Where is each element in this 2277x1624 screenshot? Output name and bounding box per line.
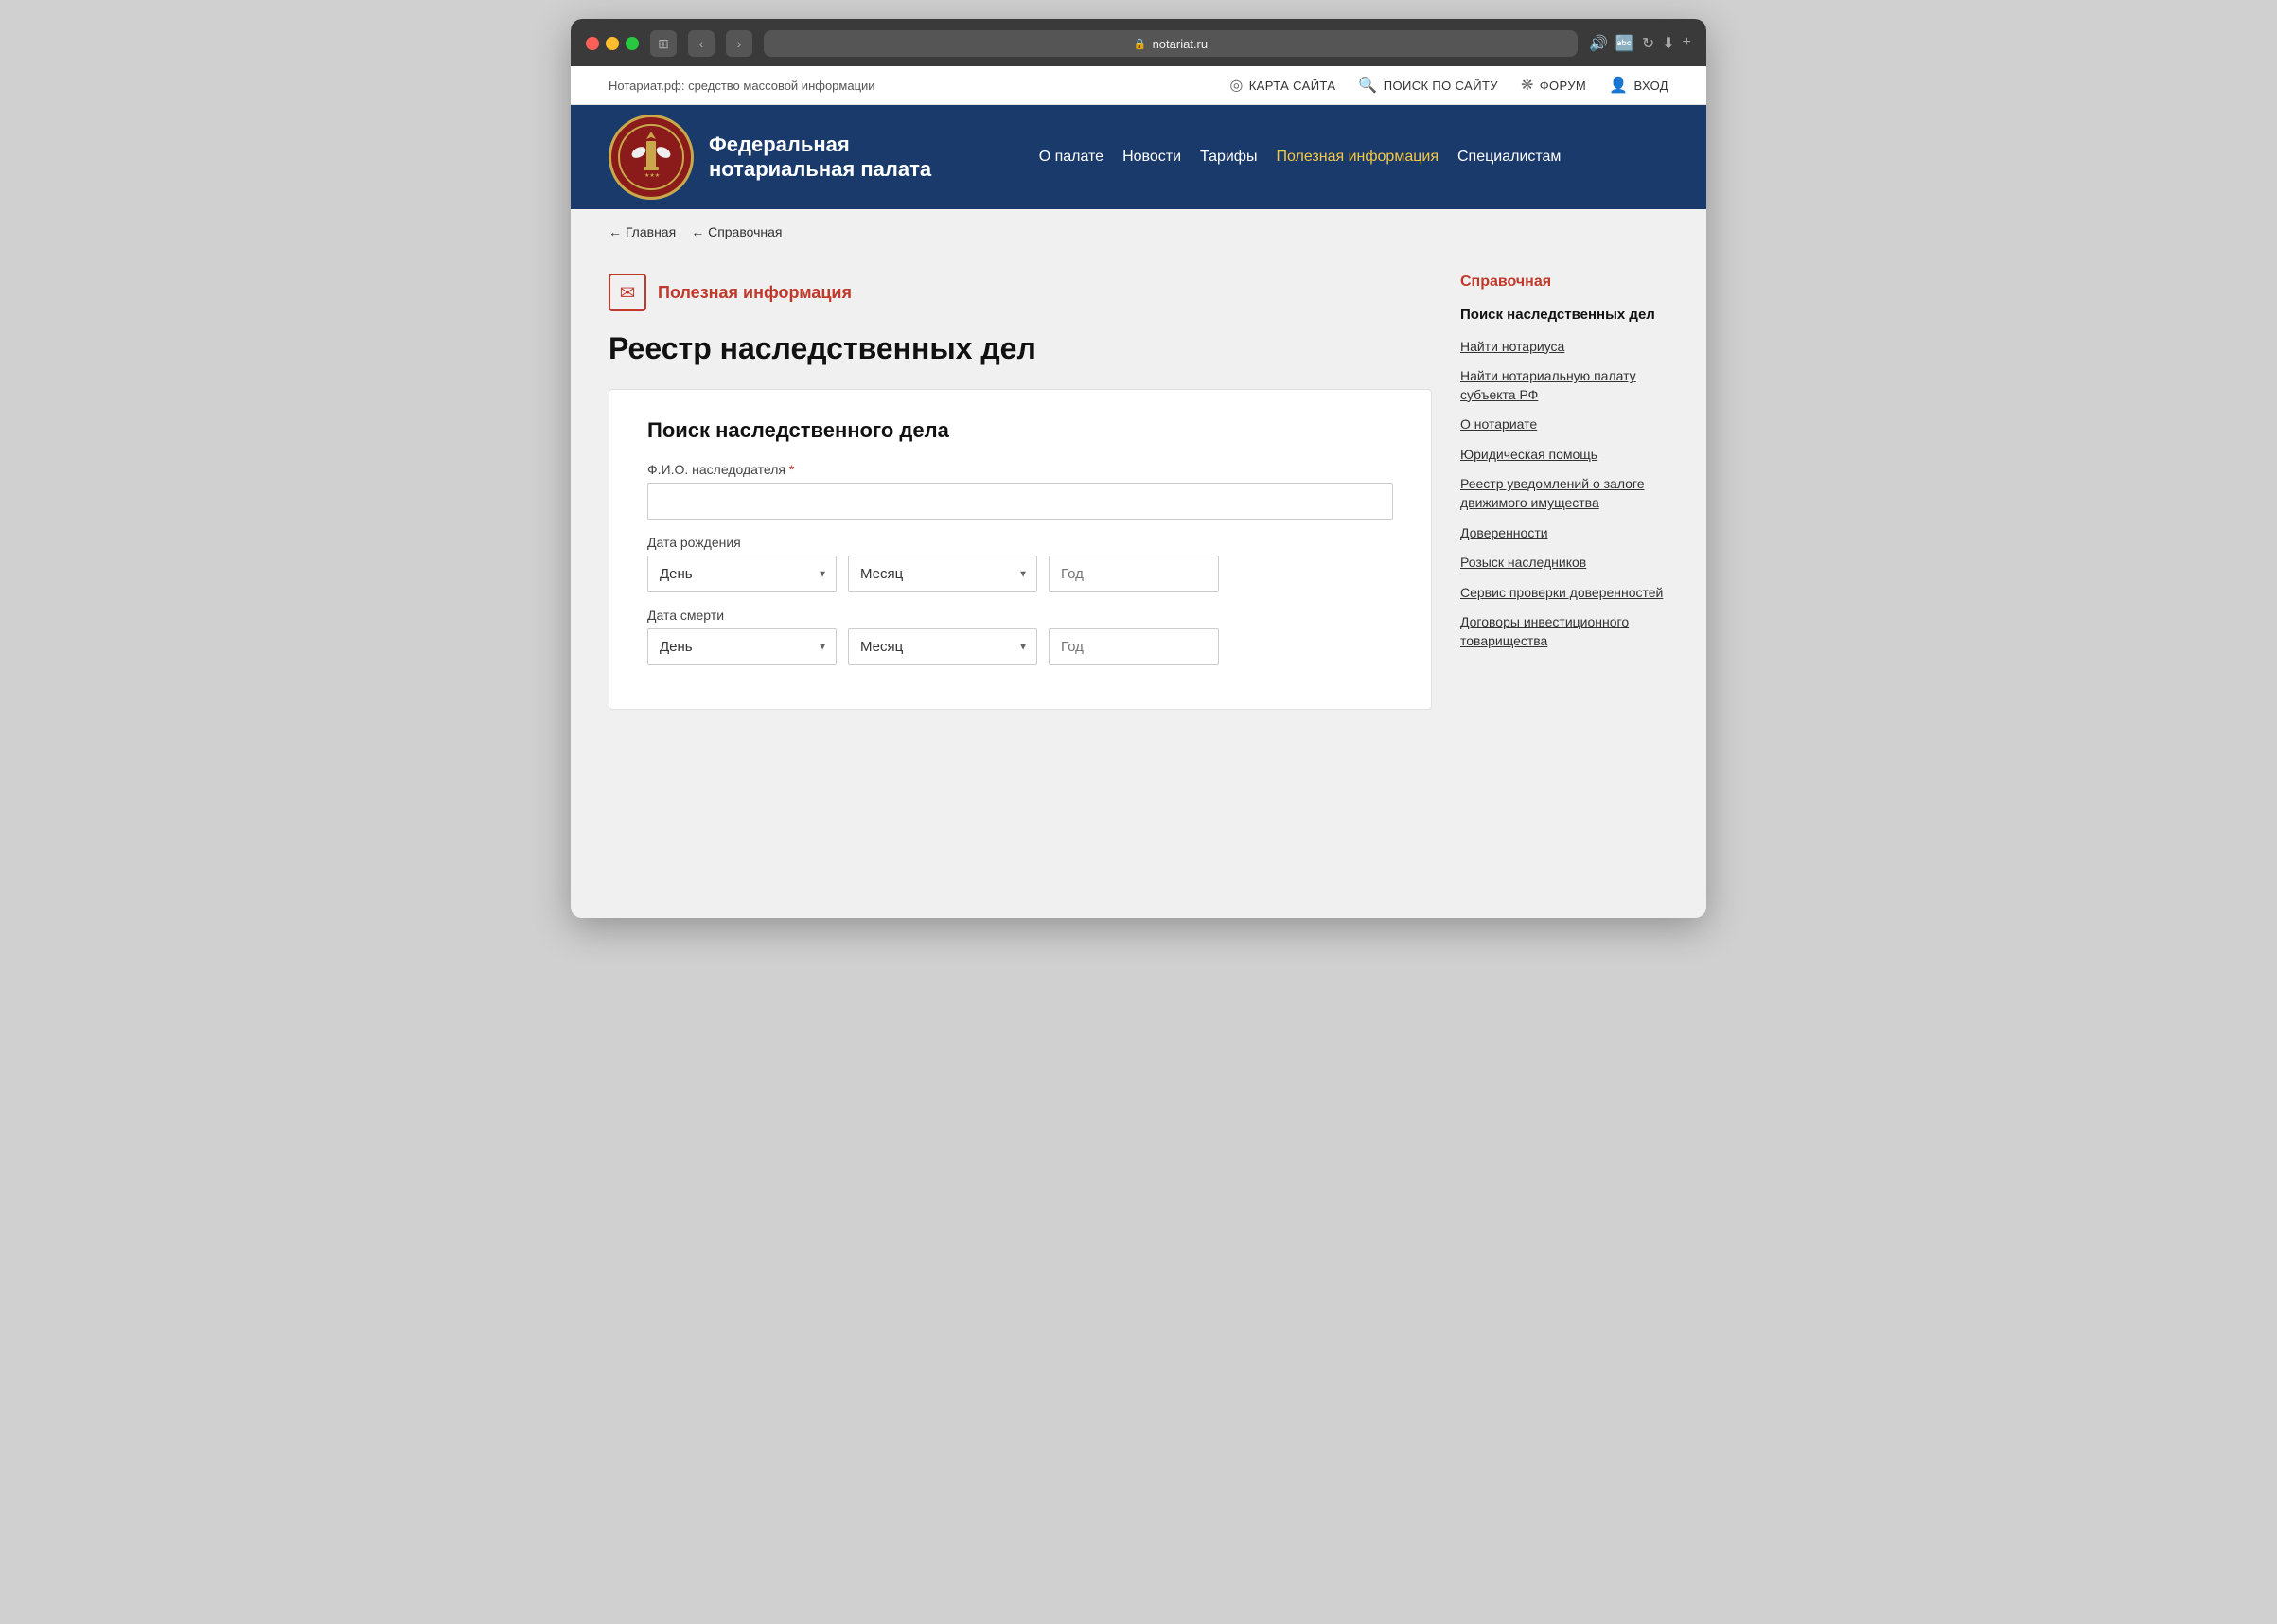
main-header: ★★★ Федеральная нотариальная палата О па… [571, 105, 1706, 209]
nav-poleznaya[interactable]: Полезная информация [1266, 149, 1448, 166]
url-display: notariat.ru [1153, 37, 1209, 51]
browser-content: Нотариат.рф: средство массовой информаци… [571, 66, 1706, 918]
sidebar-link-palata[interactable]: Найти нотариальную палату субъекта РФ [1460, 367, 1668, 404]
close-button[interactable] [586, 37, 599, 50]
sidebar: Справочная Поиск наследственных дел Найт… [1460, 274, 1668, 710]
top-bar: Нотариат.рф: средство массовой информаци… [571, 66, 1706, 105]
website: Нотариат.рф: средство массовой информаци… [571, 66, 1706, 918]
sidebar-link-proverka[interactable]: Сервис проверки доверенностей [1460, 584, 1668, 603]
sidebar-link-dogovory[interactable]: Договоры инвестиционного товарищества [1460, 613, 1668, 650]
breadcrumb-spravochnaya[interactable]: ← Справочная [691, 224, 782, 239]
breadcrumb: ← Главная ← Справочная [571, 209, 1706, 255]
birth-day-select[interactable]: День [647, 556, 837, 592]
nav-vkhod-label: ВХОД [1633, 79, 1668, 93]
browser-chrome: ⊞ ‹ › 🔒 notariat.ru 🔊 🔤 ↻ ⬇ + [571, 19, 1706, 66]
nav-karta-sayta[interactable]: ◎ КАРТА САЙТА [1229, 76, 1335, 95]
death-year-input[interactable] [1049, 628, 1219, 665]
death-date-group: Дата смерти День ▼ [647, 608, 1393, 665]
birth-day-wrap: День ▼ [647, 556, 837, 592]
section-icon: ✉ [609, 274, 646, 311]
minimize-button[interactable] [606, 37, 619, 50]
sidebar-link-yuridicheskaya[interactable]: Юридическая помощь [1460, 446, 1668, 465]
form-card: Поиск наследственного дела Ф.И.О. наслед… [609, 389, 1432, 710]
birth-month-select[interactable]: Месяц [848, 556, 1037, 592]
logo-text-area: Федеральная нотариальная палата [694, 132, 931, 183]
sidebar-active-item: Поиск наследственных дел [1460, 306, 1668, 325]
logo-area: ★★★ Федеральная нотариальная палата [609, 105, 931, 209]
section-header: ✉ Полезная информация [609, 274, 1432, 311]
sidebar-section-title: Справочная [1460, 274, 1668, 291]
download-icon[interactable]: ⬇ [1662, 34, 1674, 53]
death-date-label: Дата смерти [647, 608, 1393, 623]
nav-forum[interactable]: ❋ ФОРУМ [1521, 76, 1586, 95]
fio-label: Ф.И.О. наследодателя * [647, 462, 1393, 477]
speaker-icon[interactable]: 🔊 [1589, 34, 1608, 53]
death-month-wrap: Месяц ▼ [848, 628, 1037, 665]
sidebar-link-o-notariate[interactable]: О нотариате [1460, 415, 1668, 434]
main-layout: ✉ Полезная информация Реестр наследствен… [571, 255, 1706, 748]
forum-icon: ❋ [1521, 76, 1534, 95]
main-content: ✉ Полезная информация Реестр наследствен… [609, 274, 1432, 710]
top-bar-tagline: Нотариат.рф: средство массовой информаци… [609, 79, 1210, 93]
nav-o-palate[interactable]: О палате [1030, 149, 1113, 166]
form-card-title: Поиск наследственного дела [647, 418, 1393, 443]
sidebar-link-notarius[interactable]: Найти нотариуса [1460, 338, 1668, 357]
new-tab-icon[interactable]: + [1683, 34, 1691, 53]
lock-icon: 🔒 [1134, 38, 1147, 50]
nav-specialistam[interactable]: Специалистам [1448, 149, 1570, 166]
page-title: Реестр наследственных дел [609, 330, 1432, 366]
nav-poisk[interactable]: 🔍 ПОИСК ПО САЙТУ [1358, 76, 1498, 95]
sidebar-toggle-button[interactable]: ⊞ [650, 30, 677, 57]
fio-row: Ф.И.О. наследодателя * [647, 462, 1393, 520]
logo-emblem: ★★★ [609, 115, 694, 200]
address-bar[interactable]: 🔒 notariat.ru [764, 30, 1578, 57]
birth-month-wrap: Месяц ▼ [848, 556, 1037, 592]
browser-actions: 🔊 🔤 ↻ ⬇ + [1589, 34, 1691, 53]
death-day-wrap: День ▼ [647, 628, 837, 665]
maximize-button[interactable] [626, 37, 639, 50]
section-title: Полезная информация [658, 283, 852, 303]
user-icon: 👤 [1609, 76, 1628, 95]
message-icon: ✉ [620, 281, 636, 305]
nav-poisk-label: ПОИСК ПО САЙТУ [1384, 79, 1498, 93]
refresh-icon[interactable]: ↻ [1642, 34, 1654, 53]
logo-svg: ★★★ [618, 124, 684, 190]
sidebar-link-reestr-zaloga[interactable]: Реестр уведомлений о залоге движимого им… [1460, 475, 1668, 512]
nav-forum-label: ФОРУМ [1540, 79, 1586, 93]
fio-input[interactable] [647, 483, 1393, 520]
search-icon: 🔍 [1358, 76, 1377, 95]
nav-novosti[interactable]: Новости [1113, 149, 1191, 166]
top-bar-nav: ◎ КАРТА САЙТА 🔍 ПОИСК ПО САЙТУ ❋ ФОРУМ 👤… [1229, 76, 1668, 95]
birth-date-label: Дата рождения [647, 535, 1393, 550]
birth-date-row: День ▼ Месяц ▼ [647, 556, 1393, 592]
sidebar-link-doverennosti[interactable]: Доверенности [1460, 524, 1668, 543]
translate-icon[interactable]: 🔤 [1615, 34, 1634, 53]
fio-required: * [789, 462, 794, 477]
nav-karta-label: КАРТА САЙТА [1249, 79, 1336, 93]
nav-tarify[interactable]: Тарифы [1191, 149, 1266, 166]
death-date-row: День ▼ Месяц ▼ [647, 628, 1393, 665]
back-button[interactable]: ‹ [688, 30, 715, 57]
main-nav: О палате Новости Тарифы Полезная информа… [931, 149, 1668, 166]
birth-date-group: Дата рождения День ▼ [647, 535, 1393, 592]
nav-vkhod[interactable]: 👤 ВХОД [1609, 76, 1668, 95]
birth-year-input[interactable] [1049, 556, 1219, 592]
sidebar-link-rozysk[interactable]: Розыск наследников [1460, 554, 1668, 573]
logo-title: Федеральная нотариальная палата [709, 132, 931, 183]
traffic-lights [586, 37, 639, 50]
death-day-select[interactable]: День [647, 628, 837, 665]
forward-button[interactable]: › [726, 30, 752, 57]
breadcrumb-home[interactable]: ← Главная [609, 224, 676, 239]
map-icon: ◎ [1229, 76, 1243, 95]
death-month-select[interactable]: Месяц [848, 628, 1037, 665]
svg-text:★★★: ★★★ [644, 172, 660, 179]
